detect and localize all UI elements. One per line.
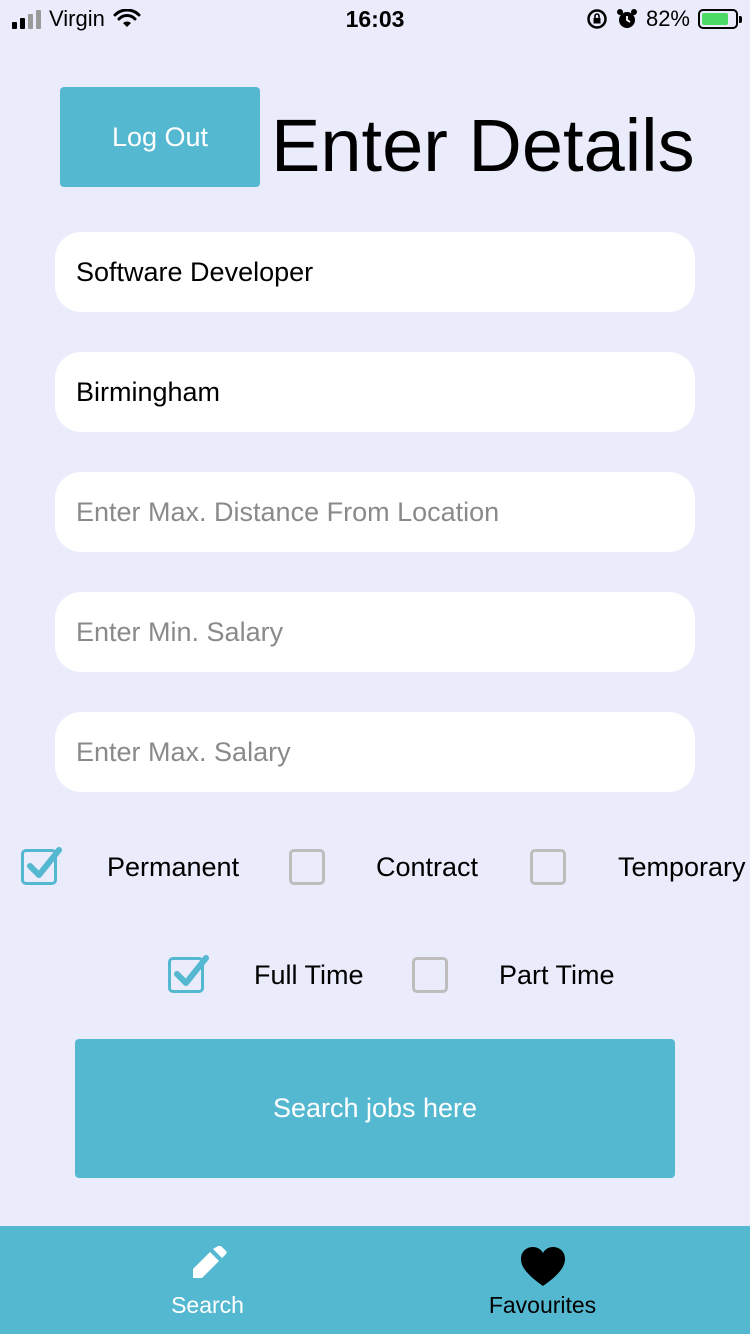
tab-favourites-label: Favourites [488,1292,597,1318]
temporary-label: Temporary [618,852,746,882]
tab-search[interactable]: Search [20,1226,395,1334]
max-distance-field[interactable] [55,472,695,552]
tab-bar: Search Favourites [0,1226,750,1334]
battery-icon [698,9,742,29]
status-bar: Virgin 16:03 82% [0,0,750,40]
battery-percent: 82% [645,6,690,31]
part-time-checkbox[interactable] [412,957,448,993]
hours-row: Full Time Part Time [0,950,750,1000]
permanent-checkbox[interactable] [21,847,62,885]
contract-label: Contract [376,852,479,882]
temporary-checkbox[interactable] [530,849,566,885]
contract-checkbox[interactable] [289,849,325,885]
logout-button[interactable]: Log Out [60,87,260,187]
tab-search-label: Search [171,1292,244,1318]
pencil-icon [192,1246,227,1278]
full-time-checkbox[interactable] [168,955,209,993]
tab-favourites[interactable]: Favourites [355,1226,730,1334]
location-field[interactable] [55,352,695,432]
checkmark-icon [174,955,209,986]
max-salary-field[interactable] [55,712,695,792]
status-right: 82% [586,6,742,32]
alarm-icon [616,9,637,28]
job-title-field[interactable] [55,232,695,312]
location-input[interactable] [76,376,674,408]
contract-type-row: Permanent Contract Temporary [0,842,750,892]
search-jobs-button[interactable]: Search jobs here [75,1039,675,1178]
job-title-input[interactable] [76,256,674,288]
heart-icon [520,1247,565,1286]
full-time-label: Full Time [254,960,364,990]
page-title: Enter Details [271,104,695,187]
checkmark-icon [27,847,62,878]
permanent-label: Permanent [107,852,240,882]
battery-fill [702,13,729,25]
max-distance-input[interactable] [76,496,674,528]
orientation-lock-icon [587,9,607,29]
min-salary-field[interactable] [55,592,695,672]
part-time-label: Part Time [499,960,615,990]
max-salary-input[interactable] [76,736,674,768]
min-salary-input[interactable] [76,616,674,648]
